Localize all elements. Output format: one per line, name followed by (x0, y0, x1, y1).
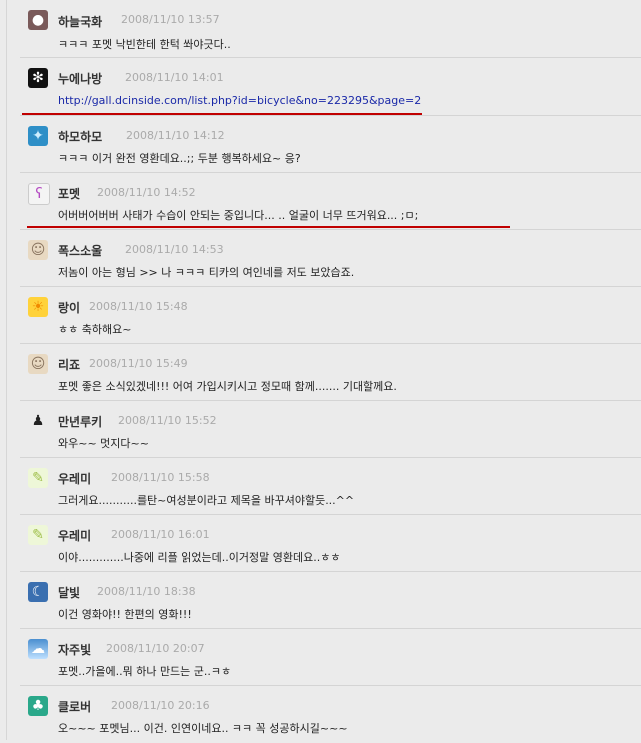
comment-text: 포멧..가을에..뭐 하나 만드는 군..ㅋㅎ (58, 665, 232, 678)
comment-text: 와우~~ 멋지다~~ (58, 437, 149, 450)
comment-text: 포멧 좋은 소식있겠네!!! 어여 가입시키시고 정모때 함께....... 기… (58, 380, 397, 393)
left-border (6, 0, 7, 740)
character-icon: ♟ (31, 413, 45, 429)
comment-item: ☀ 랑이 2008/11/10 15:48 ㅎㅎ 축하해요~ (20, 287, 641, 344)
comment-time: 2008/11/10 14:01 (125, 71, 224, 84)
comment-author[interactable]: 랑이 (58, 299, 80, 316)
comment-time: 2008/11/10 20:07 (106, 642, 205, 655)
sun-icon: ☀ (28, 297, 48, 317)
comment-time: 2008/11/10 20:16 (111, 699, 210, 712)
comment-item: ♣ 클로버 2008/11/10 20:16 오~~~ 포멧님... 이건. 인… (20, 686, 641, 743)
red-underline (27, 226, 510, 228)
comment-time: 2008/11/10 13:57 (121, 13, 220, 26)
comment-time: 2008/11/10 16:01 (111, 528, 210, 541)
comment-list: ● 하늘국화 2008/11/10 13:57 ㅋㅋㅋ 포멧 낙빈한테 한턱 쏴… (20, 0, 641, 743)
pattern-icon: ✦ (28, 126, 48, 146)
comment-item: ● 하늘국화 2008/11/10 13:57 ㅋㅋㅋ 포멧 낙빈한테 한턱 쏴… (20, 0, 641, 58)
comment-text: 오~~~ 포멧님... 이건. 인연이네요.. ㅋㅋ 꼭 성공하시길~~~ (58, 722, 348, 735)
comment-author[interactable]: 하늘국화 (58, 13, 102, 30)
comment-item: ʕ 포멧 2008/11/10 14:52 어버버어버버 사태가 수습이 안되는… (20, 173, 641, 230)
landscape-icon: ☁ (28, 639, 48, 659)
comment-author[interactable]: 누에나방 (58, 70, 102, 87)
comment-item: ☺ 리죠 2008/11/10 15:49 포멧 좋은 소식있겠네!!! 어여 … (20, 344, 641, 401)
comment-time: 2008/11/10 15:49 (89, 357, 188, 370)
comment-time: 2008/11/10 14:53 (125, 243, 224, 256)
comment-item: ☾ 달빛 2008/11/10 18:38 이건 영화야!! 한편의 영화!!! (20, 572, 641, 629)
comment-time: 2008/11/10 15:52 (118, 414, 217, 427)
comment-text: 어버버어버버 사태가 수습이 안되는 중입니다... .. 얼굴이 너무 뜨거워… (58, 209, 419, 222)
comment-author[interactable]: 클로버 (58, 698, 91, 715)
comment-author[interactable]: 우레미 (58, 470, 91, 487)
duck-icon: ✎ (28, 525, 48, 545)
comment-author[interactable]: 달빛 (58, 584, 80, 601)
comment-item: ✎ 우레미 2008/11/10 16:01 이야.............나중… (20, 515, 641, 572)
comment-time: 2008/11/10 15:58 (111, 471, 210, 484)
comment-author[interactable]: 하모하모 (58, 128, 102, 145)
comment-author[interactable]: 폭스소울 (58, 242, 102, 259)
comment-author[interactable]: 자주빛 (58, 641, 91, 658)
comment-text: 그러게요...........를탄~여성분이라고 제목을 바꾸셔야할듯...^^ (58, 494, 355, 507)
comment-text: 이야.............나중에 리플 읽었는데..이거정말 영환데요..ㅎ… (58, 551, 341, 564)
comment-text: ㅋㅋㅋ 이거 완전 영환데요..;; 두분 행복하세요~ 응? (58, 152, 301, 165)
moon-icon: ☾ (28, 582, 48, 602)
comment-text: ㅋㅋㅋ 포멧 낙빈한테 한턱 쏴야긋다.. (58, 38, 231, 51)
comment-time: 2008/11/10 14:12 (126, 129, 225, 142)
comment-time: 2008/11/10 15:48 (89, 300, 188, 313)
bear-icon: ʕ (28, 183, 50, 205)
comment-item: ✦ 하모하모 2008/11/10 14:12 ㅋㅋㅋ 이거 완전 영환데요..… (20, 116, 641, 173)
pig-icon: ● (28, 10, 48, 30)
old-man-icon: ☺ (28, 240, 48, 260)
comment-text: 이건 영화야!! 한편의 영화!!! (58, 608, 192, 621)
comment-author[interactable]: 포멧 (58, 185, 80, 202)
comment-time: 2008/11/10 14:52 (97, 186, 196, 199)
comment-author[interactable]: 만년루키 (58, 413, 102, 430)
moth-icon: ✻ (28, 68, 48, 88)
comment-link[interactable]: http://gall.dcinside.com/list.php?id=bic… (58, 94, 421, 107)
comment-text: ㅎㅎ 축하해요~ (58, 323, 132, 336)
comment-author[interactable]: 우레미 (58, 527, 91, 544)
comment-text: 저놈이 아는 형님 >> 나 ㅋㅋㅋ 티카의 여인네를 저도 보았습죠. (58, 266, 355, 279)
comment-item: ✎ 우레미 2008/11/10 15:58 그러게요...........를탄… (20, 458, 641, 515)
old-man-icon: ☺ (28, 354, 48, 374)
duck-icon: ✎ (28, 468, 48, 488)
comment-author[interactable]: 리죠 (58, 356, 80, 373)
comment-item: ☁ 자주빛 2008/11/10 20:07 포멧..가을에..뭐 하나 만드는… (20, 629, 641, 686)
comment-item: ♟ 만년루키 2008/11/10 15:52 와우~~ 멋지다~~ (20, 401, 641, 458)
comment-item: ☺ 폭스소울 2008/11/10 14:53 저놈이 아는 형님 >> 나 ㅋ… (20, 230, 641, 287)
clover-icon: ♣ (28, 696, 48, 716)
comment-item: ✻ 누에나방 2008/11/10 14:01 http://gall.dcin… (20, 58, 641, 116)
red-underline (22, 113, 422, 115)
comment-time: 2008/11/10 18:38 (97, 585, 196, 598)
